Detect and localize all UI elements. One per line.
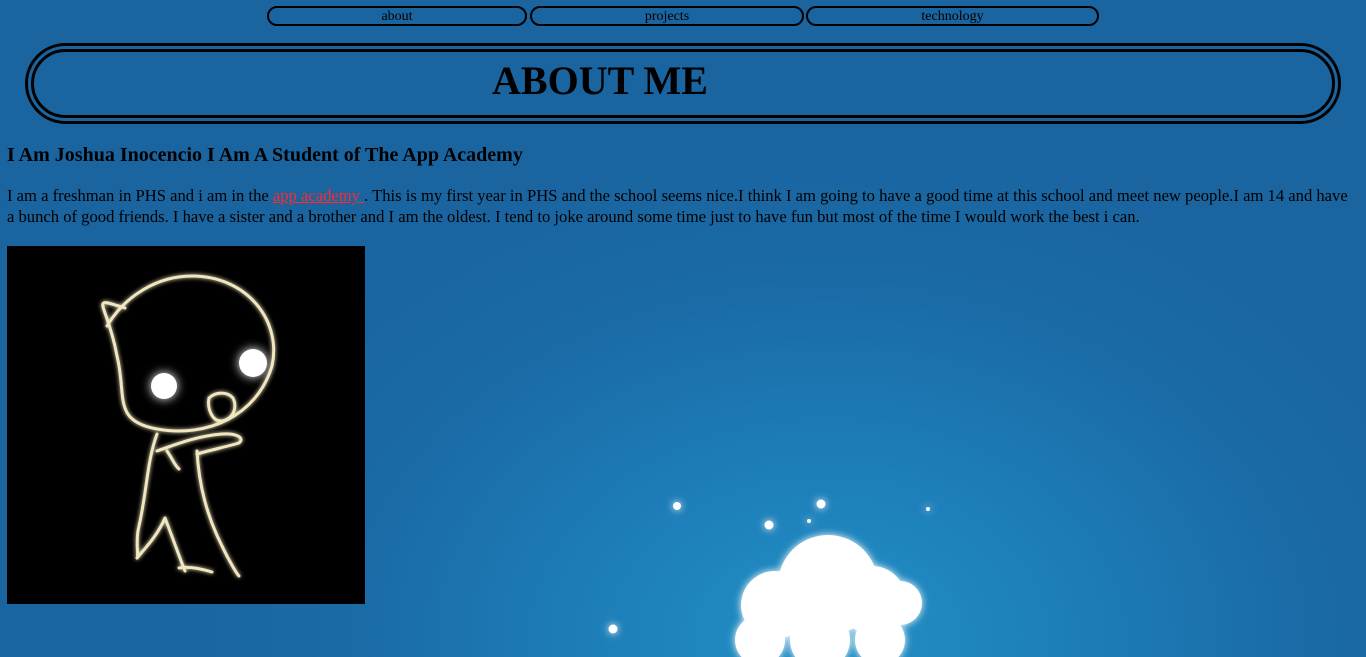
avatar-image	[7, 246, 365, 604]
nav-projects-link[interactable]: projects	[530, 6, 804, 26]
header-banner: ABOUT ME	[25, 43, 1341, 124]
left-eye-icon	[151, 373, 177, 399]
chibi-character-icon	[101, 274, 276, 578]
right-eye-icon	[239, 349, 267, 377]
cloud-icon	[735, 535, 922, 657]
intro-heading: I Am Joshua Inocencio I Am A Student of …	[7, 144, 523, 166]
page-title: ABOUT ME	[492, 58, 708, 103]
app-academy-link[interactable]: app academy	[273, 186, 364, 205]
bio-paragraph: I am a freshman in PHS and i am in the a…	[7, 185, 1359, 227]
nav-technology-link[interactable]: technology	[806, 6, 1099, 26]
bio-text-before-link: I am a freshman in PHS and i am in the	[7, 186, 273, 205]
nav-about-link[interactable]: about	[267, 6, 527, 26]
